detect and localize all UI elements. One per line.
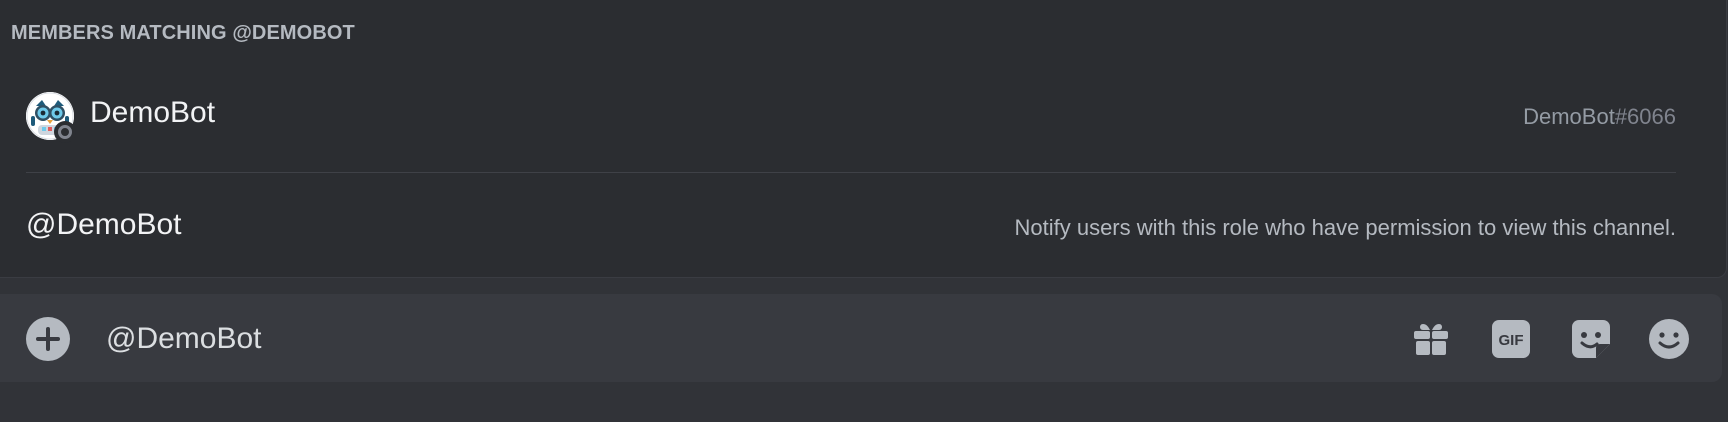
- plus-circle-icon[interactable]: [26, 317, 70, 361]
- member-username: DemoBot: [1523, 104, 1615, 129]
- suggestion-divider: [26, 172, 1676, 173]
- role-name: @DemoBot: [26, 208, 182, 241]
- message-composer: GIF: [0, 294, 1722, 382]
- message-input[interactable]: [104, 321, 1308, 357]
- member-display-name: DemoBot: [90, 96, 216, 129]
- gif-label: GIF: [1499, 332, 1524, 349]
- sticker-icon[interactable]: [1570, 318, 1612, 360]
- autocomplete-header: MEMBERS MATCHING @DEMOBOT: [11, 22, 355, 44]
- gift-icon[interactable]: [1410, 318, 1452, 360]
- offline-status-icon: [54, 121, 76, 143]
- member-suggestion-row[interactable]: DemoBot DemoBot#6066: [0, 80, 1726, 154]
- role-description: Notify users with this role who have per…: [1014, 215, 1676, 240]
- member-discriminator: #6066: [1614, 104, 1676, 129]
- emoji-icon[interactable]: [1648, 318, 1690, 360]
- role-suggestion-row[interactable]: @DemoBot Notify users with this role who…: [0, 188, 1726, 266]
- gif-icon[interactable]: GIF: [1490, 318, 1532, 360]
- mention-autocomplete-popup: MEMBERS MATCHING @DEMOBOT DemoBot DemoBo…: [0, 0, 1727, 278]
- member-username-tag: DemoBot#6066: [1523, 104, 1676, 130]
